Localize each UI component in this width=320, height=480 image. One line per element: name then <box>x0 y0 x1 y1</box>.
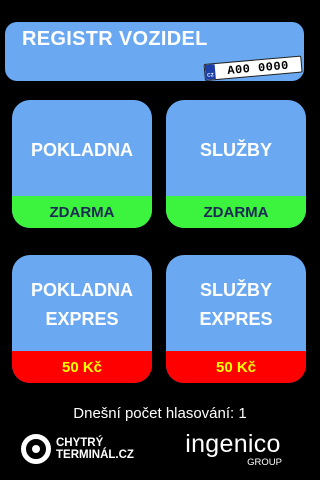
chytry-terminal-logo: CHYTRÝ TERMINÁL.CZ <box>20 433 134 465</box>
ingenico-logo: ingenico GROUP <box>178 430 288 468</box>
tile-label: POKLADNA <box>31 139 133 160</box>
vote-count: Dnešní počet hlasování: 1 <box>73 405 247 422</box>
tile-pokladna[interactable]: POKLADNA ZDARMA <box>12 100 152 228</box>
tile-label-area: SLUŽBY <box>166 100 306 200</box>
tile-pokladna-expres[interactable]: POKLADNA EXPRES 50 Kč <box>12 255 152 383</box>
tile-sluzby[interactable]: SLUŽBY ZDARMA <box>166 100 306 228</box>
tile-label-line-2: EXPRES <box>45 309 119 329</box>
tile-price: ZDARMA <box>166 196 306 228</box>
plate-number: A00 0000 <box>226 58 290 78</box>
ingenico-logo-sub: GROUP <box>247 457 282 468</box>
app-header: REGISTR VOZIDEL CZ A00 0000 <box>5 22 304 81</box>
tile-price: 50 Kč <box>166 351 306 383</box>
tile-label-line-1: POKLADNA <box>31 280 133 300</box>
page-title: REGISTR VOZIDEL <box>22 28 208 50</box>
ingenico-logo-text: ingenico <box>185 430 281 458</box>
tile-price: 50 Kč <box>12 351 152 383</box>
tile-label-line-2: EXPRES <box>199 309 273 329</box>
plate-country-code: CZ <box>206 72 215 79</box>
tile-sluzby-expres[interactable]: SLUŽBY EXPRES 50 Kč <box>166 255 306 383</box>
tile-label-line-1: SLUŽBY <box>200 280 272 300</box>
logo-chytry-line-2: TERMINÁL.CZ <box>56 449 134 461</box>
chytry-terminal-logo-icon <box>21 434 51 464</box>
tile-label-area: POKLADNA EXPRES <box>12 255 152 355</box>
tile-label-area: POKLADNA <box>12 100 152 200</box>
tile-label-area: SLUŽBY EXPRES <box>166 255 306 355</box>
logo-chytry-line-1: CHYTRÝ <box>56 437 104 449</box>
tile-label: SLUŽBY <box>200 139 272 160</box>
tile-price: ZDARMA <box>12 196 152 228</box>
license-plate-icon: CZ A00 0000 <box>203 55 303 81</box>
